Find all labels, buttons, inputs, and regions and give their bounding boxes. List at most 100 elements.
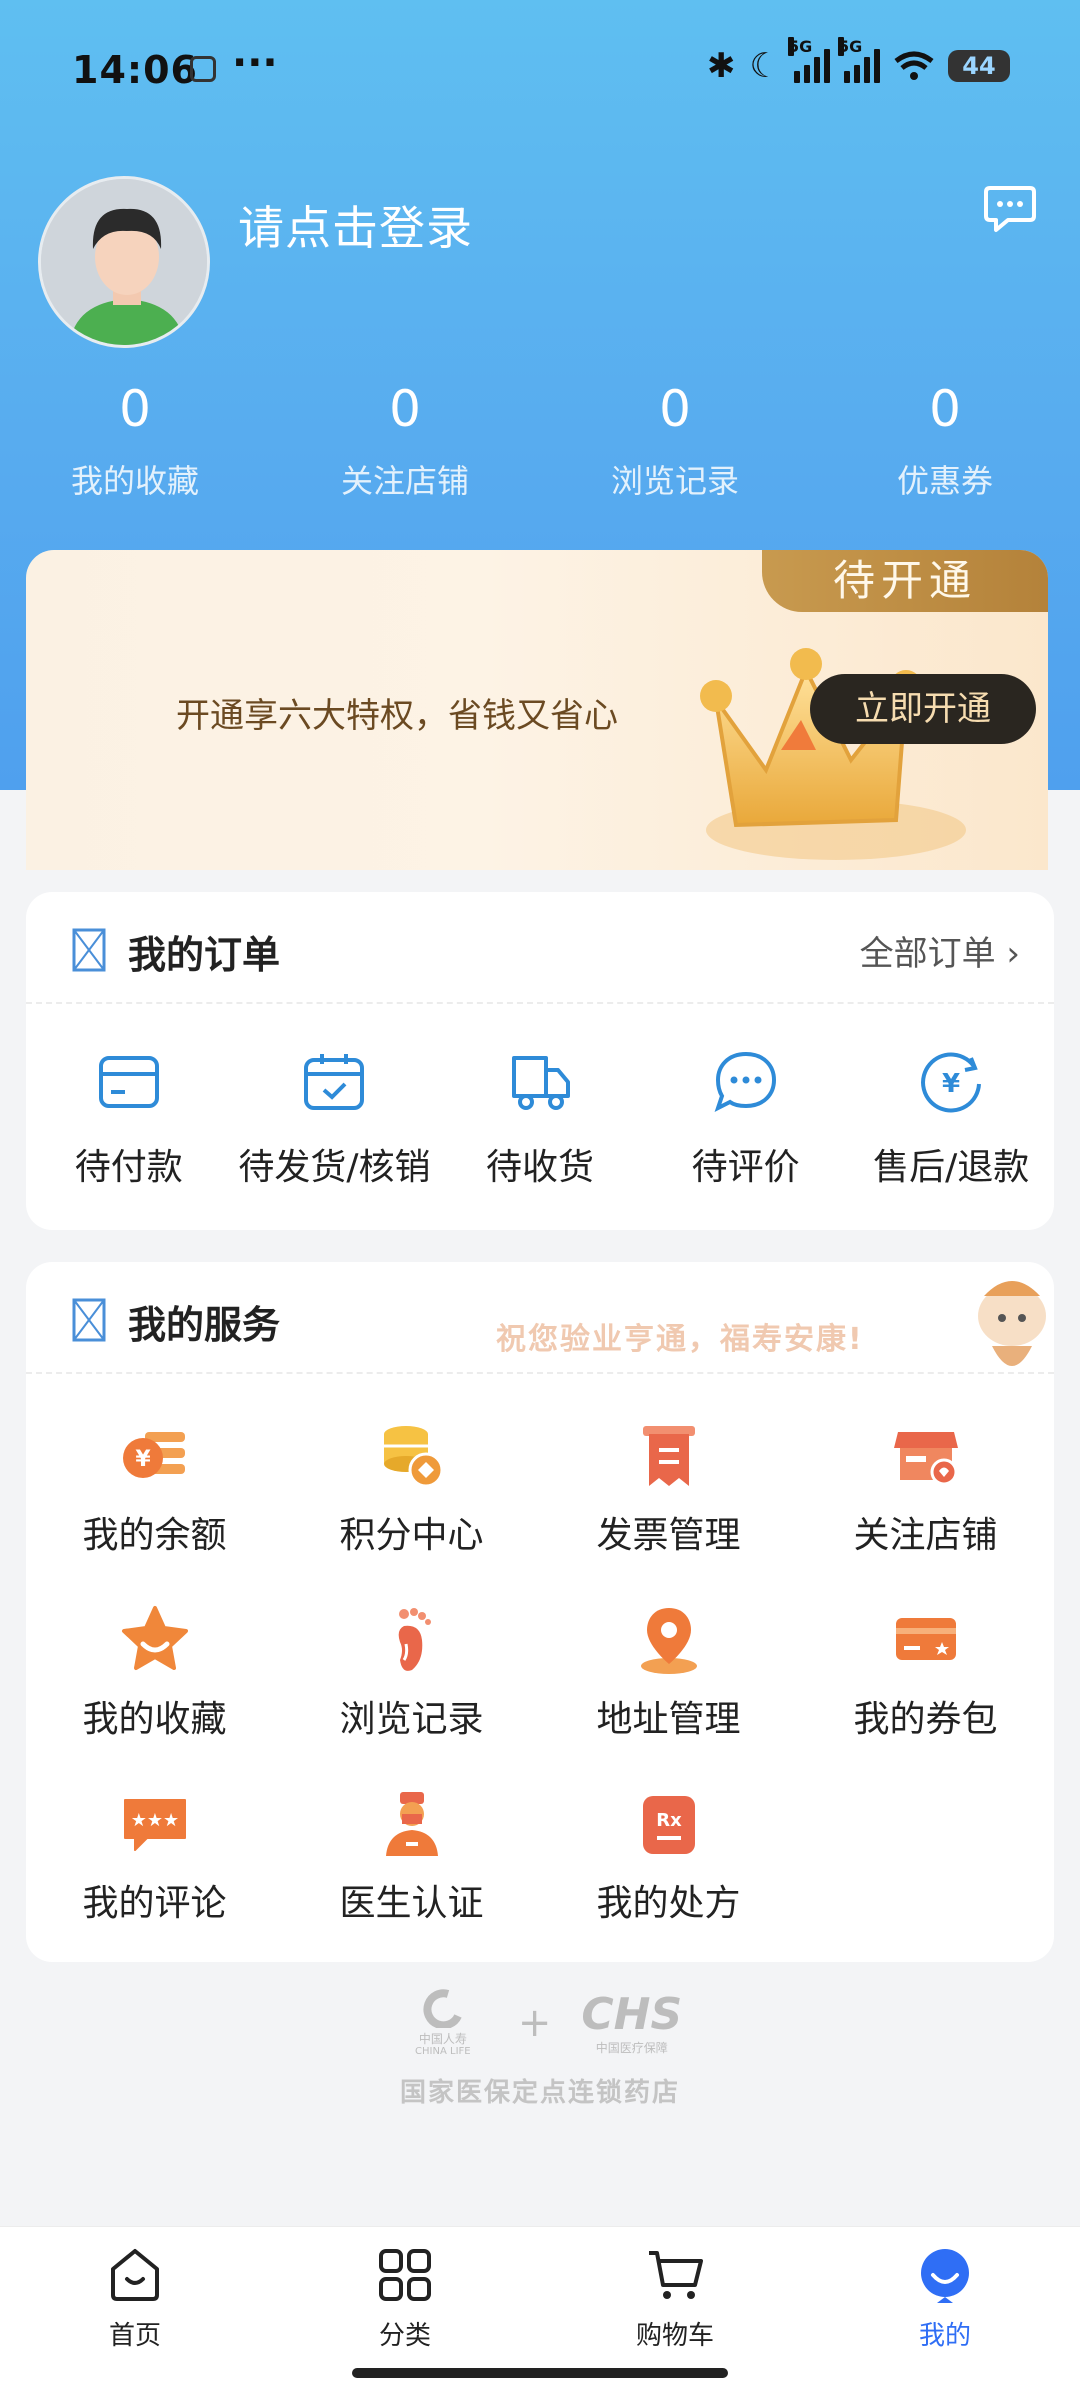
chat-bubble-icon [714, 1051, 776, 1112]
china-life-en: CHINA LIFE [415, 2046, 471, 2057]
order-pending-payment[interactable]: 待付款 [26, 1048, 232, 1190]
stat-history[interactable]: 0 浏览记录 [540, 380, 810, 502]
home-indicator[interactable] [352, 2368, 728, 2378]
svg-text:¥: ¥ [942, 1069, 960, 1099]
order-status-row: 待付款 待发货/核销 待收货 待评价 ¥ 售后/退款 [26, 1004, 1054, 1190]
section-icon [72, 1298, 106, 1342]
china-life-cn: 中国人寿 [418, 2032, 467, 2046]
service-label: 我的评论 [82, 1883, 227, 1924]
truck-icon [511, 1056, 570, 1110]
service-label: 积分中心 [339, 1515, 484, 1556]
avatar-icon [41, 179, 207, 345]
order-label: 待评价 [691, 1147, 800, 1188]
tab-mine[interactable]: 我的 [810, 2227, 1080, 2400]
calendar-check-icon [304, 1054, 365, 1110]
svg-text:★★★: ★★★ [130, 1810, 178, 1831]
svg-text:¥: ¥ [135, 1447, 151, 1472]
crown-icon [700, 648, 966, 860]
order-label: 待付款 [74, 1147, 183, 1188]
partner-logo-row: 中国人寿 CHINA LIFE + CHS 中国医疗保障 [0, 1988, 1080, 2058]
stat-value: 0 [389, 380, 421, 438]
tab-label: 分类 [378, 2321, 431, 2351]
stats-row: 0 我的收藏 0 关注店铺 0 浏览记录 0 优惠券 [0, 380, 1080, 502]
login-prompt[interactable]: 请点击登录 [238, 192, 473, 258]
more-dots-icon: ··· [232, 40, 278, 86]
profile-icon [921, 2249, 969, 2303]
orders-title: 我的订单 [128, 933, 281, 977]
service-coupons[interactable]: 我的券包 [797, 1604, 1054, 1788]
signal-icon: 5G [788, 37, 830, 83]
service-comments[interactable]: ★★★ 我的评论 [26, 1788, 283, 1962]
china-life-logo: 中国人寿 CHINA LIFE [398, 1988, 488, 2058]
service-label: 我的处方 [596, 1883, 741, 1924]
avatar[interactable] [38, 176, 210, 348]
order-pending-review[interactable]: 待评价 [643, 1048, 849, 1190]
order-after-sales[interactable]: ¥ 售后/退款 [848, 1048, 1054, 1190]
service-label: 发票管理 [596, 1515, 741, 1556]
bluetooth-icon: ✱ [707, 46, 736, 86]
grid-icon [379, 2249, 431, 2301]
status-indicators: ✱ ☾ 5G 5G 44 [707, 37, 1010, 86]
stat-label: 浏览记录 [610, 462, 739, 500]
order-label: 售后/退款 [873, 1147, 1030, 1188]
service-balance[interactable]: ¥ 我的余额 [26, 1420, 283, 1604]
service-followed-stores[interactable]: 关注店铺 [797, 1420, 1054, 1604]
chs-logo-cn: 中国医疗保障 [595, 2040, 668, 2055]
cart-icon [649, 2251, 703, 2299]
service-label: 地址管理 [596, 1699, 741, 1740]
service-address[interactable]: 地址管理 [540, 1604, 797, 1788]
order-pending-receipt[interactable]: 待收货 [437, 1048, 643, 1190]
wifi-icon [894, 51, 934, 80]
doctor-icon [385, 1792, 438, 1856]
store-icon [893, 1432, 958, 1486]
service-doctor-verification[interactable]: 医生认证 [283, 1788, 540, 1962]
stat-label: 优惠券 [896, 462, 993, 500]
activate-vip-button[interactable]: 立即开通 [810, 674, 1036, 744]
stat-coupons[interactable]: 0 优惠券 [810, 380, 1080, 502]
service-favorites[interactable]: 我的收藏 [26, 1604, 283, 1788]
service-label: 我的收藏 [82, 1699, 227, 1740]
service-label: 我的券包 [853, 1699, 998, 1740]
invoice-icon [642, 1426, 695, 1486]
service-label: 我的余额 [82, 1515, 227, 1556]
stat-followed-stores[interactable]: 0 关注店铺 [270, 380, 540, 502]
svg-text:Rx: Rx [656, 1810, 682, 1831]
tab-home[interactable]: 首页 [0, 2227, 270, 2400]
tab-label: 首页 [108, 2321, 161, 2351]
services-grid: ¥ 我的余额 积分中心 发票管理 关注店铺 我的收藏 浏览记录 地址管理 我的券… [26, 1374, 1054, 1962]
stat-label: 我的收藏 [70, 462, 199, 500]
stat-value: 0 [659, 380, 691, 438]
service-label: 浏览记录 [339, 1699, 484, 1740]
plus-sign: + [517, 2000, 552, 2046]
prescription-icon: Rx [642, 1796, 695, 1854]
points-coins-icon [383, 1426, 443, 1488]
footer-caption: 国家医保定点连锁药店 [399, 2078, 680, 2108]
moon-icon: ☾ [749, 46, 780, 86]
all-orders-label: 全部订单 [859, 934, 996, 974]
coin-balance-icon: ¥ [122, 1432, 185, 1478]
vip-status-tag: 待开通 [762, 550, 1048, 612]
service-prescriptions[interactable]: Rx 我的处方 [540, 1788, 797, 1962]
service-history[interactable]: 浏览记录 [283, 1604, 540, 1788]
stat-value: 0 [929, 380, 961, 438]
vip-promo-text: 开通享六大特权，省钱又省心 [176, 696, 618, 736]
service-label: 关注店铺 [853, 1515, 998, 1556]
service-label: 医生认证 [339, 1883, 484, 1924]
battery-indicator: 44 [948, 50, 1010, 82]
service-invoice[interactable]: 发票管理 [540, 1420, 797, 1604]
refund-icon: ¥ [921, 1052, 982, 1113]
stat-favorites[interactable]: 0 我的收藏 [0, 380, 270, 502]
tab-label: 我的 [918, 2321, 971, 2351]
star-icon [121, 1606, 188, 1670]
stat-label: 关注店铺 [340, 462, 469, 500]
all-orders-link[interactable]: 全部订单 › [860, 926, 1020, 975]
chs-logo: CHS 中国医疗保障 [581, 1990, 682, 2056]
vip-banner[interactable]: 待开通 开通享六大特权，省钱又省心 立即开通 [26, 550, 1048, 870]
services-title: 我的服务 [128, 1303, 281, 1347]
orders-card: 我的订单 全部订单 › 待付款 待发货/核销 待收货 待评价 ¥ 售后/退款 [26, 892, 1054, 1230]
services-card: 我的服务 祝您验业亨通，福寿安康! ¥ 我的余额 积分中心 发票管理 关注店铺 … [26, 1262, 1054, 1962]
order-pending-shipment[interactable]: 待发货/核销 [232, 1048, 438, 1190]
service-points[interactable]: 积分中心 [283, 1420, 540, 1604]
order-label: 待发货/核销 [238, 1147, 431, 1188]
message-icon[interactable] [982, 180, 1038, 236]
